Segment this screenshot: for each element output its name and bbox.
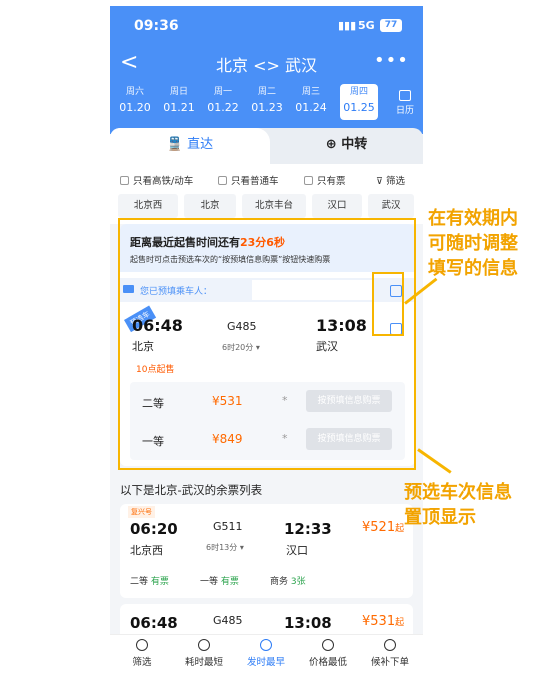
status-time: 09:36 — [134, 18, 179, 34]
24h-icon — [260, 639, 272, 651]
station-chip[interactable]: 武汉 — [368, 194, 414, 218]
depart-station: 北京西 — [130, 544, 163, 557]
price: ¥521起 — [362, 520, 405, 535]
header: 09:36 ▮▮▮ 5G 77 < 北京 <> 武汉 ••• 周六 01.20 周… — [110, 6, 423, 134]
date-item[interactable]: 周二 01.23 — [248, 84, 286, 120]
availability: 商务 3张 — [270, 577, 306, 587]
depart-time: 06:48 — [130, 614, 178, 632]
train-card[interactable]: 复兴号 06:20 北京西 G511 6时13分 ▾ 12:33 汉口 ¥521… — [120, 504, 413, 598]
cart-icon — [384, 639, 396, 651]
tab-transfer[interactable]: ⊕ 中转 — [270, 128, 423, 164]
arrive-station: 汉口 — [286, 544, 308, 557]
train-tag: 复兴号 — [128, 506, 155, 518]
more-button[interactable]: ••• — [374, 50, 409, 71]
transfer-icon: ⊕ — [325, 137, 342, 152]
station-chip[interactable]: 北京西 — [118, 194, 178, 218]
checkbox-icon — [120, 176, 129, 185]
filter-high-speed[interactable]: 只看高铁/动车 — [120, 173, 193, 187]
date-item[interactable]: 周六 01.20 — [116, 84, 154, 120]
checkbox-icon — [304, 176, 313, 185]
train-code: G511 — [213, 520, 243, 533]
arrive-time: 13:08 — [284, 614, 332, 632]
signal-icon: ▮▮▮ — [338, 19, 357, 32]
duration: 6时13分 ▾ — [206, 543, 244, 552]
filter-icon — [136, 639, 148, 651]
sort-price[interactable]: 价格最低 — [298, 639, 358, 668]
price: ¥531起 — [362, 614, 405, 629]
highlight-edit-buttons — [372, 272, 404, 336]
annotation-note-edit: 在有效期内 可随时调整 填写的信息 — [428, 208, 518, 279]
clock-icon — [198, 639, 210, 651]
annotation-note-top: 预选车次信息 置顶显示 — [404, 482, 512, 528]
depart-time: 06:20 — [130, 520, 178, 538]
train-icon: 🚆 — [166, 137, 188, 152]
filter-row: 只看高铁/动车 只看普通车 只有票 ⊽ 筛选 — [110, 164, 423, 194]
date-item-selected[interactable]: 周四 01.25 — [340, 84, 378, 120]
filter-icon: ⊽ — [376, 176, 386, 187]
tab-direct[interactable]: 🚆 直达 — [110, 128, 270, 164]
waitlist-order[interactable]: 候补下单 — [360, 639, 420, 668]
availability: 一等 有票 — [200, 577, 239, 587]
date-selector: 周六 01.20 周日 01.21 周一 01.22 周二 01.23 周三 01.24 … — [116, 84, 423, 124]
date-item[interactable]: 周三 01.24 — [292, 84, 330, 120]
calendar-icon — [399, 90, 411, 101]
filter-button[interactable]: ⊽ 筛选 — [376, 173, 405, 187]
sort-earliest[interactable]: 发时最早 — [236, 639, 296, 668]
checkbox-icon — [218, 176, 227, 185]
tab-bar: 🚆 直达 ⊕ 中转 — [110, 128, 423, 164]
filter-normal[interactable]: 只看普通车 — [218, 173, 279, 187]
date-item[interactable]: 周一 01.22 — [204, 84, 242, 120]
availability: 二等 有票 — [130, 577, 169, 587]
station-chip[interactable]: 汉口 — [312, 194, 362, 218]
calendar-button[interactable]: 日历 — [394, 90, 416, 116]
highlight-preselect — [118, 218, 416, 470]
status-bar: 09:36 ▮▮▮ 5G 77 — [110, 16, 423, 36]
price-tag-icon — [322, 639, 334, 651]
station-chip[interactable]: 北京丰台 — [242, 194, 306, 218]
sort-filter[interactable]: 筛选 — [112, 639, 172, 668]
arrive-time: 12:33 — [284, 520, 332, 538]
network-type: 5G — [358, 19, 375, 32]
sort-duration[interactable]: 耗时最短 — [174, 639, 234, 668]
station-chip[interactable]: 北京 — [184, 194, 236, 218]
list-title: 以下是北京-武汉的余票列表 — [120, 483, 263, 497]
date-item[interactable]: 周日 01.21 — [160, 84, 198, 120]
train-code: G485 — [213, 614, 243, 627]
battery-icon: 77 — [380, 19, 402, 32]
bottom-toolbar: 筛选 耗时最短 发时最早 价格最低 候补下单 — [110, 634, 423, 673]
filter-has-ticket[interactable]: 只有票 — [304, 173, 346, 187]
